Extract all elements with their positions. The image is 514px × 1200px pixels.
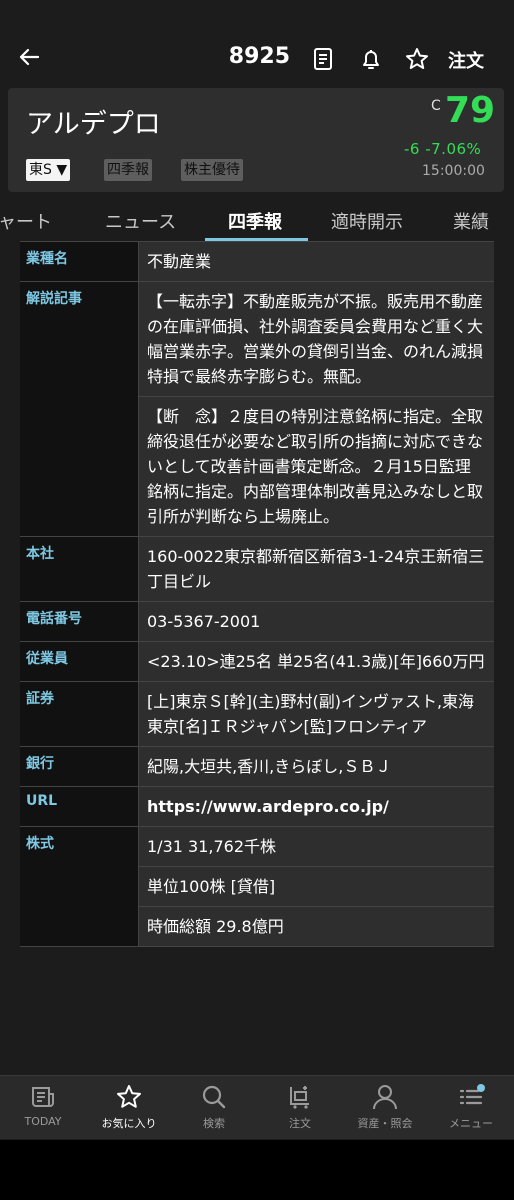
- row-values: 紀陽,大垣共,香川,きらぼし,ＳＢＪ: [138, 747, 494, 786]
- bell-icon[interactable]: [358, 46, 384, 72]
- cart-icon: [290, 1086, 309, 1109]
- tab-earnings[interactable]: 業績: [453, 208, 489, 234]
- table-row: 株式 1/31 31,762千株 単位100株 [貸借] 時価総額 29.8億円: [20, 827, 494, 947]
- stock-summary-card: アルデプロ C 79 -6 -7.06% 15:00:00 東S ▼ 四季報 株…: [8, 88, 504, 192]
- row-value: <23.10>連25名 単25名(41.3歳)[年]660万円: [147, 652, 485, 671]
- row-label: 株式: [20, 827, 138, 946]
- row-value: 不動産業: [147, 252, 212, 271]
- document-icon[interactable]: [310, 46, 336, 72]
- nav-assets[interactable]: 資産・照会: [342, 1082, 428, 1131]
- nav-label: 検索: [203, 1117, 225, 1130]
- table-row: URL https://www.ardepro.co.jp/: [20, 787, 494, 827]
- table-row: 本社 160-0022東京都新宿区新宿3-1-24京王新宿三丁目ビル: [20, 537, 494, 602]
- nav-order[interactable]: 注文: [257, 1082, 343, 1131]
- row-value: 紀陽,大垣共,香川,きらぼし,ＳＢＪ: [147, 757, 392, 776]
- menu-list-icon: [459, 1084, 485, 1105]
- row-values: https://www.ardepro.co.jp/: [138, 787, 494, 826]
- stock-code: 8925: [228, 44, 290, 69]
- row-value: 【断 念】２度目の特別注意銘柄に指定。全取締役退任が必要など取引所の指摘に対応で…: [139, 396, 494, 536]
- row-label: 証券: [20, 682, 138, 746]
- row-values: <23.10>連25名 単25名(41.3歳)[年]660万円: [138, 642, 494, 681]
- row-label: 従業員: [20, 642, 138, 681]
- row-label: 電話番号: [20, 602, 138, 641]
- row-values: 03-5367-2001: [138, 602, 494, 641]
- nav-favorites[interactable]: お気に入り: [86, 1082, 172, 1131]
- row-values: [上]東京Ｓ[幹](主)野村(副)インヴァスト,東海東京[名]ＩＲジャパン[監]…: [138, 682, 494, 746]
- star-outline-icon[interactable]: [404, 46, 430, 72]
- row-value: 時価総額 29.8億円: [139, 906, 494, 946]
- price-change: -6 -7.06%: [404, 140, 482, 158]
- order-button[interactable]: 注文: [448, 47, 484, 73]
- row-label: 業種名: [20, 242, 138, 281]
- row-values: 不動産業: [138, 242, 494, 281]
- row-value: [上]東京Ｓ[幹](主)野村(副)インヴァスト,東海東京[名]ＩＲジャパン[監]…: [147, 692, 475, 736]
- stock-name: アルデプロ: [26, 109, 161, 140]
- nav-label: お気に入り: [101, 1117, 157, 1130]
- search-icon: [202, 1085, 226, 1109]
- price-time: 15:00:00: [422, 163, 485, 179]
- tag-shikiho[interactable]: 四季報: [104, 159, 152, 181]
- company-url-link[interactable]: https://www.ardepro.co.jp/: [139, 787, 494, 826]
- nav-label: メニュー: [449, 1117, 493, 1130]
- market-select[interactable]: 東S ▼: [26, 159, 71, 181]
- tab-shikiho[interactable]: 四季報: [228, 208, 282, 234]
- app-root: 8925 注文 アルデプロ C 79 -6 -7.06% 15:00:00 東S…: [0, 0, 514, 1200]
- nav-today[interactable]: TODAY: [0, 1082, 86, 1128]
- row-label: 本社: [20, 537, 138, 601]
- system-nav-area: [0, 1140, 514, 1200]
- row-label: URL: [20, 787, 138, 826]
- row-label: 銀行: [20, 747, 138, 786]
- row-value: 【一転赤字】不動産販売が不振。販売用不動産の在庫評価損、社外調査委員会費用など重…: [147, 292, 484, 386]
- table-row: 解説記事 【一転赤字】不動産販売が不振。販売用不動産の在庫評価損、社外調査委員会…: [20, 282, 494, 537]
- table-row: 従業員 <23.10>連25名 単25名(41.3歳)[年]660万円: [20, 642, 494, 682]
- tab-chart[interactable]: ャート: [0, 208, 52, 234]
- nav-label: TODAY: [24, 1115, 62, 1128]
- person-icon: [373, 1085, 397, 1110]
- row-values: 【一転赤字】不動産販売が不振。販売用不動産の在庫評価損、社外調査委員会費用など重…: [138, 282, 494, 536]
- price-prefix: C: [431, 98, 441, 114]
- star-icon: [117, 1085, 141, 1108]
- row-values: 160-0022東京都新宿区新宿3-1-24京王新宿三丁目ビル: [138, 537, 494, 601]
- phone-number[interactable]: 03-5367-2001: [139, 602, 494, 641]
- nav-label: 資産・照会: [357, 1117, 413, 1130]
- row-value: 単位100株 [貸借]: [139, 866, 494, 906]
- stock-price: 79: [445, 90, 496, 131]
- row-value: 160-0022東京都新宿区新宿3-1-24京王新宿三丁目ビル: [147, 547, 485, 591]
- row-label: 解説記事: [20, 282, 138, 536]
- table-row: 業種名 不動産業: [20, 241, 494, 282]
- nav-menu[interactable]: メニュー: [428, 1082, 514, 1131]
- row-value: 1/31 31,762千株: [147, 837, 277, 856]
- tab-bar: ャート ニュース 四季報 適時開示 業績: [0, 196, 514, 242]
- table-row: 銀行 紀陽,大垣共,香川,きらぼし,ＳＢＪ: [20, 747, 494, 787]
- row-values: 1/31 31,762千株 単位100株 [貸借] 時価総額 29.8億円: [138, 827, 494, 946]
- table-row: 電話番号 03-5367-2001: [20, 602, 494, 642]
- tab-disclosure[interactable]: 適時開示: [331, 208, 403, 234]
- nav-search[interactable]: 検索: [171, 1082, 257, 1131]
- top-bar: 8925 注文: [0, 28, 514, 90]
- nav-label: 注文: [289, 1117, 311, 1130]
- tab-news[interactable]: ニュース: [105, 208, 176, 234]
- company-info-table: 業種名 不動産業 解説記事 【一転赤字】不動産販売が不振。販売用不動産の在庫評価…: [20, 241, 494, 947]
- bottom-nav: TODAY お気に入り 検索 注文 資産・照会 メニュー: [0, 1075, 514, 1139]
- tag-shareholder-benefits[interactable]: 株主優待: [181, 159, 243, 181]
- newspaper-icon: [32, 1087, 54, 1107]
- table-row: 証券 [上]東京Ｓ[幹](主)野村(副)インヴァスト,東海東京[名]ＩＲジャパン…: [20, 682, 494, 747]
- back-arrow-icon[interactable]: [14, 42, 44, 72]
